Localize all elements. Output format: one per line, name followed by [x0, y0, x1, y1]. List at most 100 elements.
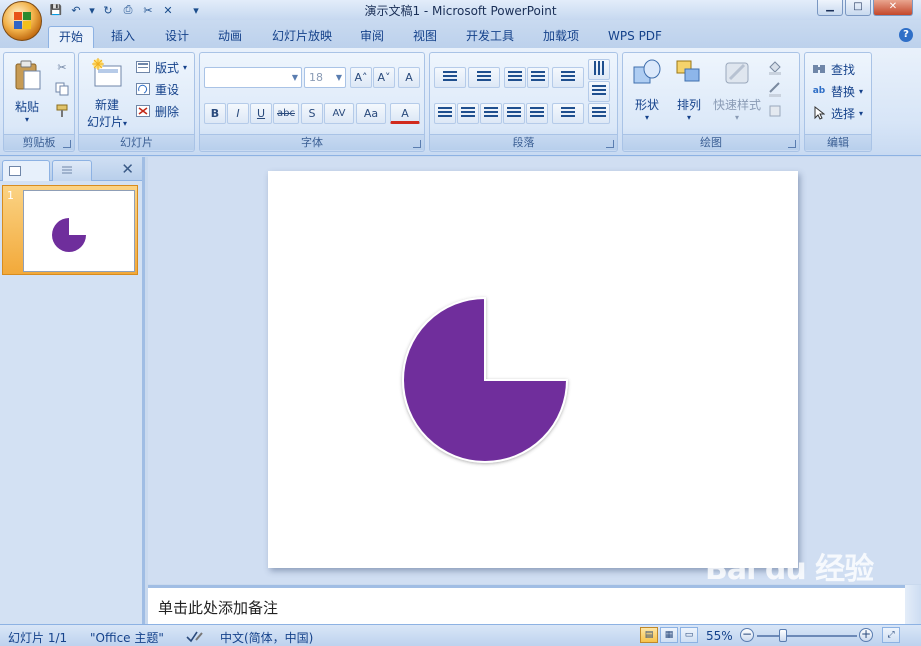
zoom-level[interactable]: 55% — [706, 629, 733, 643]
tab-animations[interactable]: 动画 — [207, 26, 253, 48]
shape-fill-icon[interactable] — [767, 59, 783, 75]
text-direction-button[interactable] — [588, 59, 610, 80]
tab-developer[interactable]: 开发工具 — [458, 26, 522, 48]
numbering-button[interactable] — [468, 67, 500, 88]
shapes-arrow-icon: ▾ — [644, 113, 649, 122]
drawing-launcher-icon[interactable] — [788, 140, 796, 148]
grow-font-button[interactable]: A˄ — [350, 67, 372, 88]
slide-vertical-scrollbar[interactable] — [907, 157, 921, 584]
find-button[interactable]: 查找 — [811, 59, 855, 79]
line-spacing-icon — [561, 71, 575, 81]
cut-icon[interactable]: ✂ — [54, 59, 70, 75]
shrink-font-button[interactable]: A˅ — [373, 67, 395, 88]
pie-shape-svg — [402, 296, 569, 463]
shape-effects-icon[interactable] — [767, 103, 783, 119]
slides-group: 新建 幻灯片▾ 版式 ▾ 重设 删除 幻灯片 — [78, 52, 195, 152]
bullets-icon — [443, 71, 457, 81]
replace-button[interactable]: ab 替换 ▾ — [811, 81, 863, 101]
shadow-button[interactable]: S — [301, 103, 323, 124]
shape-outline-icon[interactable] — [767, 81, 783, 97]
increase-indent-button[interactable] — [527, 67, 549, 88]
spell-check-icon[interactable] — [186, 629, 204, 646]
clipboard-launcher-icon[interactable] — [63, 140, 71, 148]
normal-view-icon[interactable]: ▤ — [640, 627, 658, 643]
zoom-slider-thumb[interactable] — [779, 629, 787, 642]
change-case-button[interactable]: Aa — [356, 103, 386, 124]
thumbnail-pie-chart — [52, 218, 86, 252]
bold-button[interactable]: B — [204, 103, 226, 124]
slides-pane-tabs: ✕ — [0, 157, 142, 181]
zoom-out-button[interactable]: − — [740, 628, 754, 642]
font-size-combo[interactable]: 18 ▼ — [304, 67, 346, 88]
arrange-button[interactable]: 排列 ▾ — [669, 57, 709, 122]
tab-wps-pdf[interactable]: WPS PDF — [600, 26, 670, 48]
new-slide-label-1: 新建 — [94, 98, 119, 112]
align-center-button[interactable] — [457, 103, 479, 124]
tab-slide-show[interactable]: 幻灯片放映 — [264, 26, 340, 48]
align-right-button[interactable] — [480, 103, 502, 124]
decrease-indent-button[interactable] — [504, 67, 526, 88]
tab-addins[interactable]: 加载项 — [532, 26, 590, 48]
tab-review[interactable]: 审阅 — [350, 26, 394, 48]
notes-scrollbar[interactable] — [905, 585, 921, 624]
align-text-icon — [592, 85, 606, 95]
align-text-button[interactable] — [588, 81, 610, 102]
quick-styles-button[interactable]: 快速样式 ▾ — [711, 57, 763, 122]
paragraph-launcher-icon[interactable] — [606, 140, 614, 148]
zoom-in-button[interactable]: + — [859, 628, 873, 642]
delete-slide-label: 删除 — [155, 104, 180, 119]
minimize-button[interactable]: ▁ — [817, 0, 843, 16]
font-name-combo[interactable]: ▼ — [204, 67, 302, 88]
underline-button[interactable]: U — [250, 103, 272, 124]
italic-button[interactable]: I — [227, 103, 249, 124]
smartart-button[interactable] — [588, 103, 610, 124]
tab-design[interactable]: 设计 — [154, 26, 200, 48]
columns-button[interactable] — [552, 103, 584, 124]
align-left-button[interactable] — [434, 103, 456, 124]
font-color-button[interactable]: A — [390, 103, 420, 124]
ribbon-tabs: 开始 插入 设计 动画 幻灯片放映 审阅 视图 开发工具 加载项 WPS PDF — [0, 20, 921, 48]
notes-placeholder: 单击此处添加备注 — [158, 599, 279, 617]
delete-slide-button[interactable]: 删除 — [135, 101, 179, 121]
slide-canvas[interactable] — [268, 171, 798, 568]
slideshow-view-icon[interactable]: ▭ — [680, 627, 698, 643]
maximize-button[interactable]: □ — [845, 0, 871, 16]
layout-button[interactable]: 版式 ▾ — [135, 57, 187, 77]
font-size-arrow-icon: ▼ — [335, 73, 342, 82]
slide-thumbnail[interactable]: 1 — [2, 185, 138, 275]
outline-tab[interactable] — [52, 160, 92, 181]
format-painter-icon[interactable] — [54, 103, 70, 119]
language-indicator[interactable]: 中文(简体，中国) — [220, 629, 313, 646]
reset-icon — [135, 81, 151, 97]
select-button[interactable]: 选择 ▾ — [811, 103, 863, 123]
new-slide-button[interactable]: 新建 幻灯片▾ — [85, 57, 129, 130]
distribute-button[interactable] — [526, 103, 548, 124]
theme-name: "Office 主题" — [90, 631, 164, 645]
slide-sorter-icon[interactable]: ▦ — [660, 627, 678, 643]
fit-to-window-icon[interactable]: ⤢ — [882, 627, 900, 643]
office-button[interactable] — [2, 1, 42, 41]
pane-close-icon[interactable]: ✕ — [121, 160, 134, 178]
tab-view[interactable]: 视图 — [403, 26, 447, 48]
justify-button[interactable] — [503, 103, 525, 124]
replace-arrow-icon: ▾ — [859, 86, 864, 96]
copy-icon[interactable] — [54, 81, 70, 97]
close-button[interactable]: ✕ — [873, 0, 913, 16]
tab-home[interactable]: 开始 — [48, 26, 94, 48]
font-launcher-icon[interactable] — [413, 140, 421, 148]
clear-format-button[interactable]: A — [398, 67, 420, 88]
help-icon[interactable]: ? — [899, 28, 913, 42]
shapes-button[interactable]: 形状 ▾ — [627, 57, 667, 122]
slides-tab[interactable] — [2, 160, 50, 181]
char-spacing-button[interactable]: AV — [324, 103, 354, 124]
strikethrough-button[interactable]: abc — [273, 103, 299, 124]
align-right-icon — [484, 107, 498, 117]
bullets-button[interactable] — [434, 67, 466, 88]
notes-pane[interactable]: 单击此处添加备注 — [148, 585, 905, 624]
tab-insert[interactable]: 插入 — [100, 26, 146, 48]
reset-button[interactable]: 重设 — [135, 79, 179, 99]
slides-group-label: 幻灯片 — [79, 134, 194, 150]
line-spacing-button[interactable] — [552, 67, 584, 88]
paste-button[interactable]: 粘贴 ▾ — [10, 59, 44, 124]
zoom-slider-track[interactable] — [757, 635, 857, 637]
